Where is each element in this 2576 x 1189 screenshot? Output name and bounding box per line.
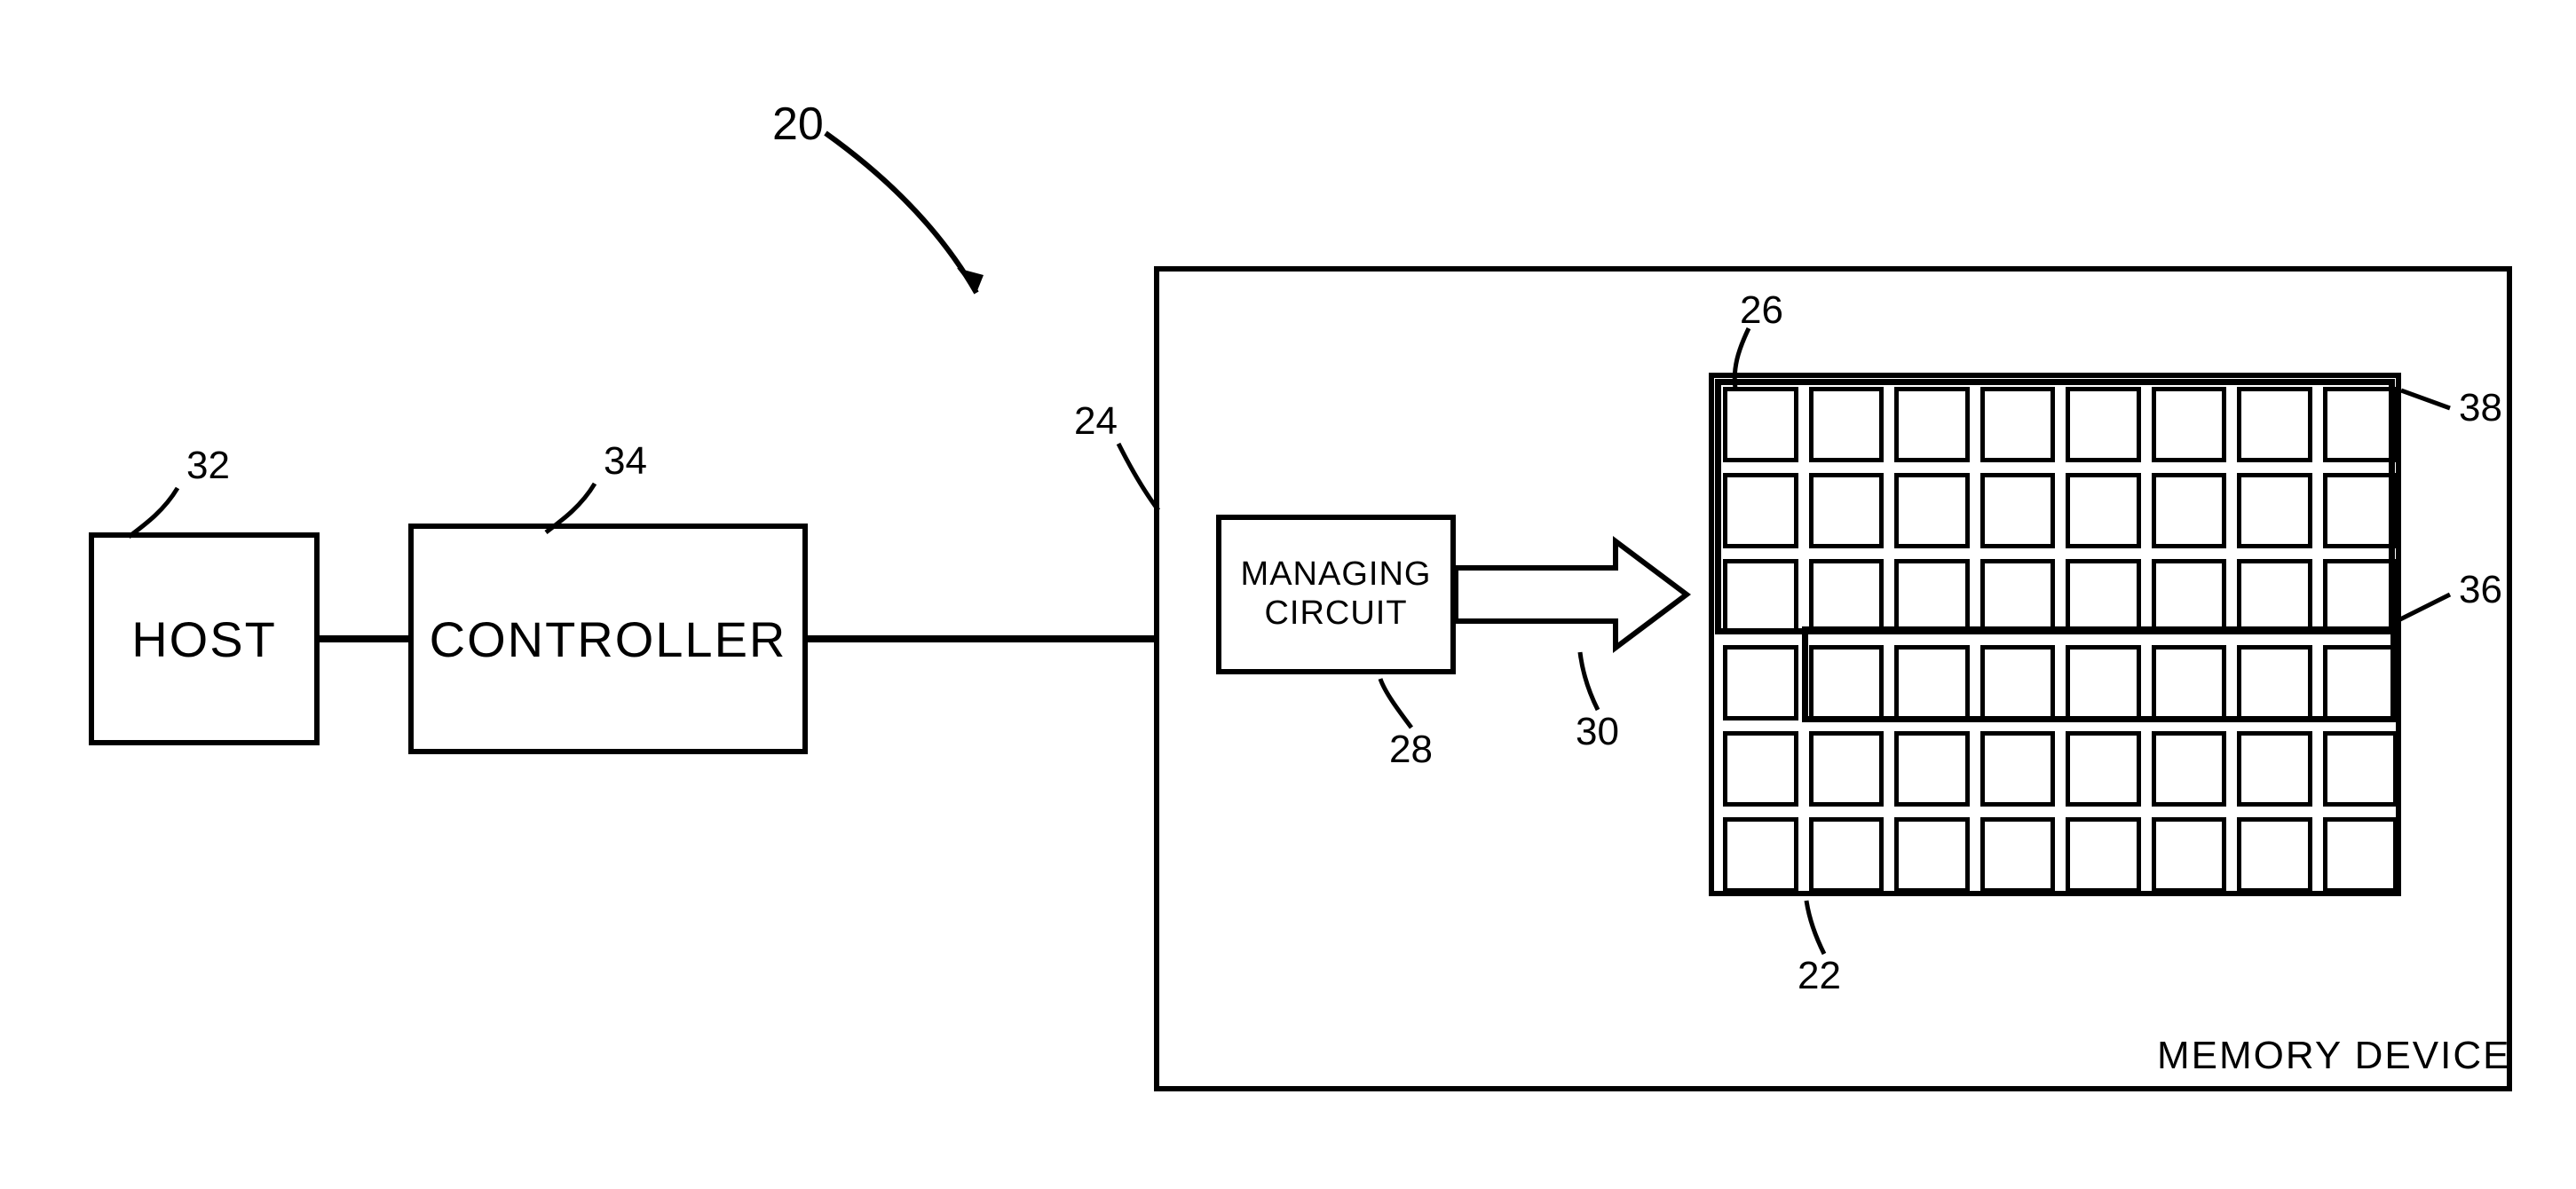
host-label: HOST: [131, 610, 277, 668]
memory-cell: [1723, 559, 1798, 634]
controller-label: CONTROLLER: [430, 610, 787, 668]
ref-24: 24: [1074, 399, 1118, 444]
memory-cell: [1894, 731, 1970, 807]
memory-cell: [2066, 559, 2141, 634]
wire-controller-device: [808, 635, 1154, 642]
ref-26: 26: [1740, 288, 1783, 333]
controller-block: CONTROLLER: [408, 524, 808, 754]
memory-cell: [2152, 731, 2227, 807]
ref-34: 34: [604, 439, 647, 484]
memory-cell: [2323, 817, 2398, 893]
ref-20: 20: [772, 98, 824, 151]
memory-cell: [2237, 817, 2312, 893]
managing-circuit-label: MANAGING CIRCUIT: [1241, 555, 1432, 633]
memory-cell: [1809, 731, 1885, 807]
memory-device-label: MEMORY DEVICE: [2157, 1034, 2510, 1078]
diagram-stage: 20 HOST 32 CONTROLLER 34 MEMORY DEVICE 2…: [0, 0, 2576, 1189]
memory-cell: [2237, 387, 2312, 462]
managing-circuit-block: MANAGING CIRCUIT: [1216, 515, 1456, 674]
wire-host-controller: [320, 635, 408, 642]
memory-cell: [2066, 387, 2141, 462]
memory-cell: [1723, 387, 1798, 462]
memory-cell: [1980, 731, 2056, 807]
memory-cell: [2152, 387, 2227, 462]
memory-cell: [1894, 645, 1970, 720]
memory-cell: [1980, 645, 2056, 720]
memory-cell: [1980, 817, 2056, 893]
memory-cell: [2066, 645, 2141, 720]
ref-28: 28: [1389, 728, 1433, 772]
memory-cell: [2066, 473, 2141, 548]
host-block: HOST: [89, 532, 320, 745]
ref-22: 22: [1798, 954, 1841, 998]
memory-cell: [2066, 731, 2141, 807]
memory-array: [1709, 373, 2401, 896]
memory-cell: [2323, 731, 2398, 807]
memory-cell: [2152, 645, 2227, 720]
memory-cell: [2237, 731, 2312, 807]
memory-cell: [2323, 559, 2398, 634]
memory-cell: [1809, 473, 1885, 548]
memory-cell: [1980, 473, 2056, 548]
memory-cell: [1723, 817, 1798, 893]
ref-30: 30: [1576, 710, 1619, 754]
memory-cell: [2237, 473, 2312, 548]
memory-cell: [1894, 387, 1970, 462]
memory-cell: [2323, 645, 2398, 720]
memory-cell: [2152, 817, 2227, 893]
ref-32: 32: [186, 444, 230, 488]
ref-38: 38: [2459, 386, 2502, 430]
memory-cell: [1809, 387, 1885, 462]
memory-cell: [1809, 645, 1885, 720]
memory-cell: [2152, 473, 2227, 548]
ref-36: 36: [2459, 568, 2502, 612]
memory-cell: [2066, 817, 2141, 893]
memory-cell: [1894, 559, 1970, 634]
memory-cell: [1723, 645, 1798, 720]
memory-cell: [1809, 559, 1885, 634]
memory-cell: [1894, 473, 1970, 548]
memory-cell: [1723, 473, 1798, 548]
memory-cell: [1723, 731, 1798, 807]
memory-cell: [2323, 473, 2398, 548]
memory-cell: [2323, 387, 2398, 462]
memory-cell: [2237, 559, 2312, 634]
memory-cell: [1809, 817, 1885, 893]
memory-cell: [1980, 387, 2056, 462]
memory-cell: [1894, 817, 1970, 893]
memory-cell: [2152, 559, 2227, 634]
memory-cell: [1980, 559, 2056, 634]
memory-cell: [2237, 645, 2312, 720]
